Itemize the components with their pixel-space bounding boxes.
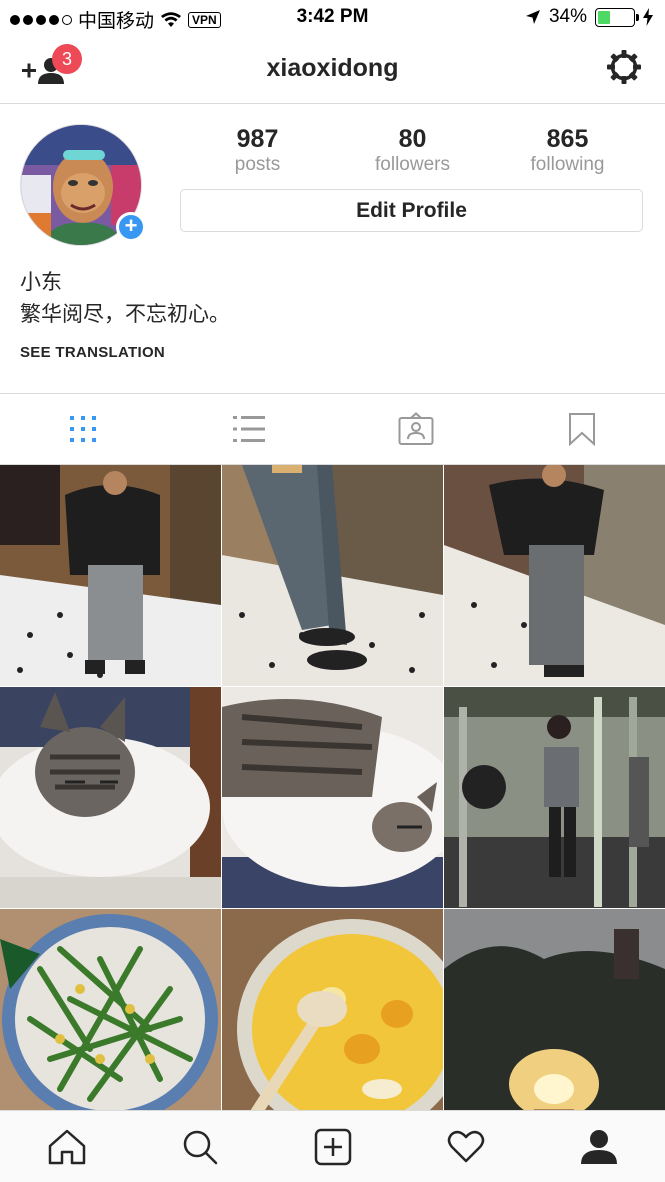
photo-thumbnail[interactable] [222, 465, 443, 686]
following-stat[interactable]: 865 following [490, 124, 645, 176]
add-story-plus-icon[interactable]: + [116, 212, 146, 242]
tab-saved[interactable] [499, 394, 665, 464]
posts-label: posts [234, 154, 281, 175]
photo-thumbnail[interactable] [444, 909, 665, 1110]
nav-bar: xiaoxidong [0, 34, 665, 104]
edit-profile-button[interactable]: Edit Profile [180, 189, 643, 232]
photo-thumbnail[interactable] [0, 465, 221, 686]
status-right: 34% [525, 6, 653, 28]
tab-bar-search[interactable] [133, 1111, 266, 1182]
tab-bar-new-post[interactable] [266, 1111, 399, 1182]
new-post-plus-icon [314, 1128, 351, 1165]
settings-gear-icon[interactable] [605, 48, 643, 86]
search-icon [183, 1130, 217, 1164]
grid-view-icon [70, 416, 97, 442]
battery-icon [595, 7, 639, 27]
battery-level [598, 10, 610, 24]
photo-thumbnail[interactable] [0, 909, 221, 1110]
tab-list[interactable] [166, 394, 332, 464]
followers-stat[interactable]: 80 followers [335, 124, 490, 176]
tab-tagged[interactable] [333, 394, 499, 464]
photo-thumbnail[interactable] [222, 909, 443, 1110]
charging-bolt-icon [643, 8, 653, 26]
heart-icon [447, 1130, 484, 1162]
bookmark-icon [568, 413, 595, 446]
following-count[interactable]: 865 [490, 124, 645, 154]
photo-thumbnail[interactable] [0, 687, 221, 908]
photo-thumbnail[interactable] [444, 465, 665, 686]
list-view-icon [233, 416, 266, 442]
tagged-photos-icon [398, 412, 434, 445]
profile-person-icon [580, 1129, 617, 1164]
photo-thumbnail[interactable] [444, 687, 665, 908]
profile-bio: 繁华阅尽，不忘初心。 [20, 303, 230, 326]
location-arrow-icon [525, 10, 540, 24]
followers-label[interactable]: followers [335, 154, 490, 176]
photo-thumbnail[interactable] [222, 687, 443, 908]
profile-view-tabs [0, 393, 665, 465]
profile-full-name: 小东 [20, 271, 62, 294]
follow-requests-badge[interactable]: 3 [52, 44, 82, 74]
photo-grid [0, 465, 665, 1110]
profile-stats: 987 posts 80 followers 865 following [180, 124, 645, 176]
status-bar: 中国移动 VPN 3:42 PM 34% [0, 0, 665, 34]
tab-grid[interactable] [0, 394, 166, 464]
posts-stat: 987 posts [180, 124, 335, 176]
bottom-tab-bar [0, 1110, 665, 1182]
tab-bar-profile[interactable] [532, 1111, 665, 1182]
see-translation-link[interactable]: SEE TRANSLATION [20, 344, 165, 361]
posts-count: 987 [236, 125, 279, 153]
following-label[interactable]: following [490, 154, 645, 176]
tab-bar-activity[interactable] [399, 1111, 532, 1182]
battery-percent: 34% [548, 6, 587, 27]
followers-count[interactable]: 80 [335, 124, 490, 154]
profile-username: xiaoxidong [266, 54, 399, 82]
tab-bar-home[interactable] [0, 1111, 133, 1182]
home-icon [48, 1129, 85, 1164]
